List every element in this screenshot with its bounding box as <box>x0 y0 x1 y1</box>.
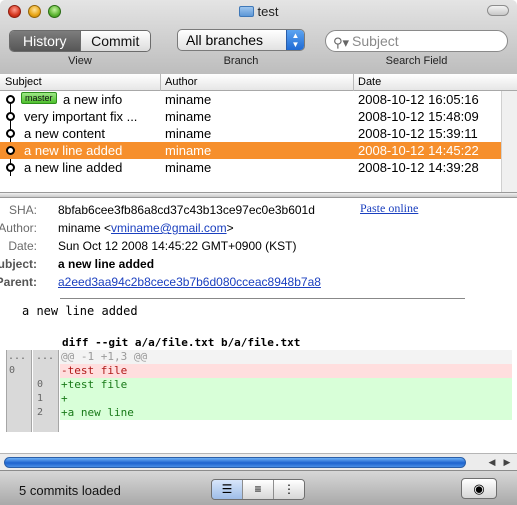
commit-row[interactable]: a new content miname 2008-10-12 15:39:11 <box>0 125 501 142</box>
commit-row-selected[interactable]: a new line added miname 2008-10-12 14:45… <box>0 142 501 159</box>
column-divider[interactable] <box>160 74 161 91</box>
commit-author: miname <box>165 92 212 107</box>
old-line-number: 0 <box>9 365 16 376</box>
view-segmented-control: History Commit <box>9 30 151 52</box>
commits-loaded-status: 5 commits loaded <box>19 483 121 498</box>
new-line-number: ... <box>36 351 55 362</box>
date-value: Sun Oct 12 2008 14:45:22 GMT+0900 (KST) <box>58 239 297 253</box>
author-tail: > <box>226 221 234 235</box>
commit-author: miname <box>165 109 212 124</box>
branch-select-value: All branches <box>186 32 264 48</box>
author-label: Author: <box>0 221 37 235</box>
author-name: miname < <box>58 221 112 235</box>
horizontal-scrollbar[interactable]: ◀ ▶ <box>0 453 517 470</box>
commit-list-header: Subject Author Date <box>0 74 517 91</box>
updown-arrows-icon: ▲ ▼ <box>286 30 304 50</box>
paste-online-link[interactable]: Paste online <box>360 201 418 216</box>
parent-row: Parent: a2eed3aa94c2b8cece3b7b6d080cceac… <box>0 273 500 291</box>
commit-list: master a new info miname 2008-10-12 16:0… <box>0 91 501 195</box>
commit-date: 2008-10-12 14:39:28 <box>358 160 479 175</box>
branch-select[interactable]: All branches ▲ ▼ <box>177 29 305 51</box>
new-line-number: 0 <box>37 379 44 390</box>
new-line-number: 1 <box>37 393 44 404</box>
diff-added-line: + <box>60 392 512 406</box>
tree-icon[interactable]: ⋮ <box>273 480 304 499</box>
commit-date: 2008-10-12 16:05:16 <box>358 92 479 107</box>
sha-value: 8bfab6cee3fb86a8cd37c43b13ce97ec0e3b601d <box>58 203 315 217</box>
parent-sha-link[interactable]: a2eed3aa94c2b8cece3b7b6d080cceac8948b7a8 <box>58 273 321 291</box>
search-input[interactable]: ⚲▾ Subject <box>325 30 508 52</box>
diff-removed-line: -test file <box>60 364 512 378</box>
commit-subject: very important fix ... <box>24 109 138 124</box>
sha-row: SHA: 8bfab6cee3fb86a8cd37c43b13ce97ec0e3… <box>0 201 500 219</box>
search-field-label: Search Field <box>385 55 448 67</box>
status-bar: 5 commits loaded ☰ ≡ ⋮ ◉ <box>0 470 517 505</box>
list-icon[interactable]: ≡ <box>242 480 273 499</box>
toolbar-toggle-button[interactable] <box>487 5 509 16</box>
commit-node <box>6 129 15 138</box>
date-row: Date: Sun Oct 12 2008 14:45:22 GMT+0900 … <box>0 237 500 255</box>
date-label: Date: <box>8 239 37 253</box>
column-divider[interactable] <box>353 74 354 91</box>
commit-author: miname <box>165 160 212 175</box>
commit-node <box>6 163 15 172</box>
sha-label: SHA: <box>8 203 37 217</box>
column-header-date[interactable]: Date <box>358 76 381 88</box>
commit-subject: a new line added <box>24 143 123 158</box>
diff-file-header: diff --git a/a/file.txt b/a/file.txt <box>62 336 301 349</box>
eye-icon[interactable]: ◉ <box>461 478 497 499</box>
commit-author: miname <box>165 143 212 158</box>
commit-list-scrollbar[interactable] <box>501 91 517 195</box>
diff-added-line: +test file <box>60 378 512 392</box>
layout-segmented-control: ☰ ≡ ⋮ <box>211 479 305 500</box>
commit-row[interactable]: a new line added miname 2008-10-12 14:39… <box>0 159 501 176</box>
commit-date: 2008-10-12 15:48:09 <box>358 109 479 124</box>
parent-label: Parent: <box>0 275 37 289</box>
commit-date: 2008-10-12 14:45:22 <box>358 143 479 158</box>
diff-added-line: +a new line <box>60 406 512 420</box>
scroll-left-arrow-icon[interactable]: ◀ <box>485 456 499 469</box>
author-row: Author: miname <vminame@gmail.com> <box>0 219 500 237</box>
commit-detail-pane: SHA: 8bfab6cee3fb86a8cd37c43b13ce97ec0e3… <box>0 198 517 453</box>
commit-subject: a new info <box>63 92 123 107</box>
author-email-link[interactable]: vminame@gmail.com <box>111 221 227 235</box>
commit-row[interactable]: very important fix ... miname 2008-10-12… <box>0 108 501 125</box>
toolbar: test History Commit View All branches ▲ ▼… <box>0 0 517 75</box>
window-title-group: test <box>0 4 517 19</box>
new-line-number: 2 <box>37 407 44 418</box>
diff-hunk-line: @@ -1 +1,3 @@ <box>60 350 512 364</box>
commit-node <box>6 95 15 104</box>
list-detail-icon[interactable]: ☰ <box>212 480 242 499</box>
commit-tab[interactable]: Commit <box>79 31 150 51</box>
author-value: miname <vminame@gmail.com> <box>58 219 234 237</box>
commit-subject: a new line added <box>24 160 123 175</box>
commit-row[interactable]: master a new info miname 2008-10-12 16:0… <box>0 91 501 108</box>
window-title: test <box>257 4 279 19</box>
search-icon: ⚲▾ <box>333 35 350 50</box>
view-label: View <box>68 55 92 67</box>
subject-row: Subject: a new line added <box>0 255 500 273</box>
branch-label: Branch <box>223 55 259 67</box>
commit-node <box>6 112 15 121</box>
commit-node <box>6 146 15 155</box>
commit-subject: a new content <box>24 126 105 141</box>
branch-tag-master: master <box>21 92 57 104</box>
commit-date: 2008-10-12 15:39:11 <box>358 126 478 141</box>
scrollbar-thumb[interactable] <box>4 457 466 468</box>
folder-icon <box>238 6 254 17</box>
column-header-subject[interactable]: Subject <box>5 76 42 88</box>
column-header-author[interactable]: Author <box>165 76 197 88</box>
commit-author: miname <box>165 126 212 141</box>
scroll-right-arrow-icon[interactable]: ▶ <box>500 456 514 469</box>
commit-message: a new line added <box>22 304 138 318</box>
old-line-number: ... <box>8 351 27 362</box>
subject-value: a new line added <box>58 257 155 271</box>
search-placeholder: Subject <box>352 33 399 49</box>
separator <box>60 298 465 299</box>
history-tab[interactable]: History <box>10 31 80 51</box>
subject-label: Subject: <box>0 257 37 271</box>
